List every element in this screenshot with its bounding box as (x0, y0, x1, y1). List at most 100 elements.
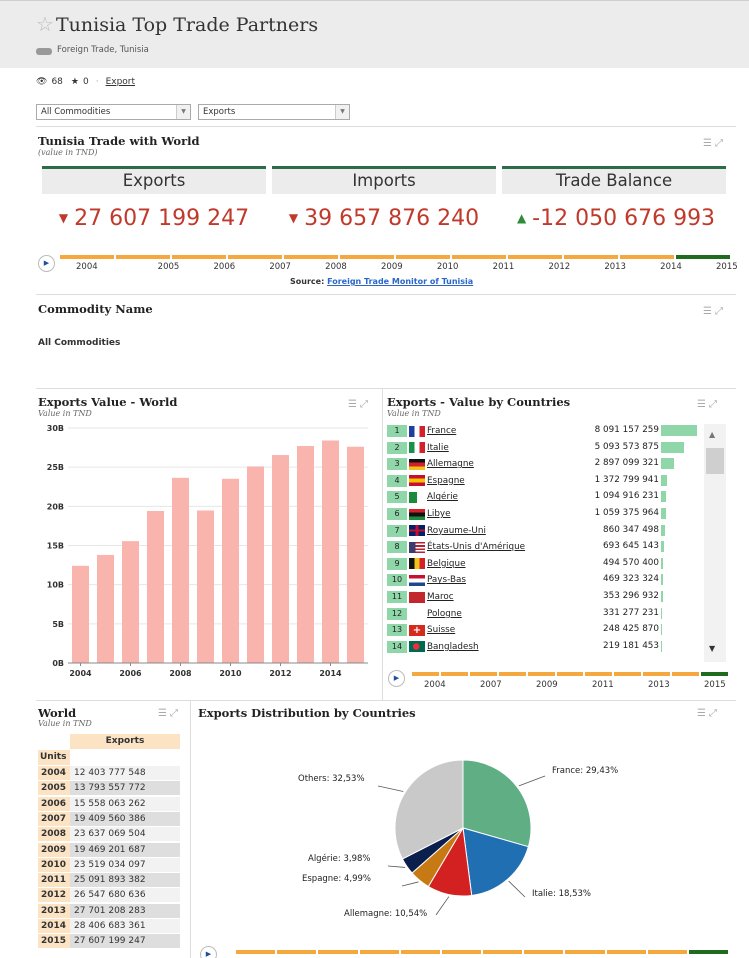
bar-2004[interactable] (72, 565, 89, 663)
expand-icon[interactable]: ⤢ (709, 399, 720, 410)
panel-tools[interactable]: ☰⤢ (697, 399, 720, 410)
menu-icon[interactable]: ☰ (158, 708, 170, 719)
flow-select[interactable]: Exports ▼ (198, 104, 350, 120)
timeline-segment[interactable] (172, 255, 226, 259)
timeline-segment[interactable] (396, 255, 450, 259)
country-row[interactable]: 12 Pologne 331 277 231 (387, 606, 705, 622)
country-row[interactable]: 1 France 8 091 157 259 (387, 423, 705, 439)
timeline-segment[interactable] (565, 950, 605, 954)
timeline-segment[interactable] (676, 255, 730, 259)
timeline-year-label[interactable]: 2015 (704, 680, 726, 690)
country-name[interactable]: Pologne (427, 609, 462, 619)
play-icon[interactable]: ▶ (38, 255, 55, 272)
timeline-segment[interactable] (359, 950, 399, 954)
bar-2009[interactable] (197, 510, 214, 663)
timeline-segment[interactable] (277, 950, 317, 954)
timeline-segment[interactable] (564, 255, 618, 259)
panel-tools[interactable]: ☰⤢ (158, 708, 181, 719)
menu-icon[interactable]: ☰ (703, 138, 715, 149)
country-row[interactable]: 5 Algérie 1 094 916 231 (387, 489, 705, 505)
timeline-year-label[interactable]: 2007 (480, 680, 502, 690)
timeline-segment[interactable] (412, 672, 439, 676)
bar-2014[interactable] (322, 440, 339, 663)
timeline-year-label[interactable]: 2011 (592, 680, 614, 690)
menu-icon[interactable]: ☰ (348, 399, 360, 410)
timeline-segment[interactable] (441, 950, 482, 954)
country-name[interactable]: Italie (427, 443, 449, 453)
country-name[interactable]: Belgique (427, 559, 466, 569)
country-name[interactable]: Bangladesh (427, 642, 479, 652)
country-row[interactable]: 10 Pays-Bas 469 323 324 (387, 572, 705, 588)
country-name[interactable]: États-Unis d'Amérique (427, 542, 525, 552)
bar-2005[interactable] (97, 554, 114, 663)
play-icon[interactable]: ▶ (200, 946, 217, 958)
timeline-segment[interactable] (284, 255, 338, 259)
timeline-segment[interactable] (498, 672, 526, 676)
timeline-segment[interactable] (524, 950, 564, 954)
menu-icon[interactable]: ☰ (703, 306, 715, 317)
bar-2012[interactable] (272, 455, 289, 663)
country-name[interactable]: Espagne (427, 476, 465, 486)
panel-tools[interactable]: ☰⤢ (348, 399, 371, 410)
scroll-up-icon[interactable]: ▲ (709, 430, 715, 439)
panel-tools[interactable]: ☰⤢ (703, 138, 726, 149)
country-row[interactable]: 4 Espagne 1 372 799 941 (387, 473, 705, 489)
timeline-year-label[interactable]: 2015 (716, 262, 738, 272)
country-name[interactable]: Libye (427, 509, 451, 519)
country-row[interactable]: 11 Maroc 353 296 932 (387, 589, 705, 605)
country-row[interactable]: 14 Bangladesh 219 181 453 (387, 639, 705, 655)
timeline-segment[interactable] (318, 950, 358, 954)
timeline-year-label[interactable]: 2014 (660, 262, 682, 272)
bar-2008[interactable] (172, 477, 189, 663)
country-name[interactable]: Allemagne (427, 459, 474, 469)
timeline-segment[interactable] (228, 255, 282, 259)
timeline-year-label[interactable]: 2012 (549, 262, 571, 272)
timeline-segment[interactable] (643, 672, 671, 676)
menu-icon[interactable]: ☰ (697, 399, 709, 410)
country-name[interactable]: Algérie (427, 492, 458, 502)
timeline-segment[interactable] (483, 950, 523, 954)
bar-2006[interactable] (122, 541, 139, 663)
country-row[interactable]: 9 Belgique 494 570 400 (387, 556, 705, 572)
timeline-segment[interactable] (620, 255, 674, 259)
timeline-segment[interactable] (701, 672, 728, 676)
favorite-star-icon[interactable]: ☆ (36, 14, 54, 34)
country-row[interactable]: 3 Allemagne 2 897 099 321 (387, 456, 705, 472)
expand-icon[interactable]: ⤢ (715, 138, 726, 149)
timeline-segment[interactable] (672, 672, 700, 676)
menu-icon[interactable]: ☰ (697, 708, 709, 719)
timeline-segment[interactable] (60, 255, 114, 259)
timeline-year-label[interactable]: 2004 (76, 262, 98, 272)
scroll-down-icon[interactable]: ▼ (709, 644, 715, 653)
export-link[interactable]: Export (106, 77, 135, 87)
timeline-year-label[interactable]: 2009 (536, 680, 558, 690)
panel-tools[interactable]: ☰⤢ (697, 708, 720, 719)
source-link[interactable]: Foreign Trade Monitor of Tunisia (327, 277, 473, 286)
bar-2010[interactable] (222, 478, 239, 663)
expand-icon[interactable]: ⤢ (715, 306, 726, 317)
country-name[interactable]: Pays-Bas (427, 575, 466, 585)
timeline-segment[interactable] (452, 255, 506, 259)
timeline-year-label[interactable]: 2005 (158, 262, 180, 272)
country-name[interactable]: Maroc (427, 592, 454, 602)
timeline-segment[interactable] (400, 950, 440, 954)
country-row[interactable]: 13 + Suisse 248 425 870 (387, 622, 705, 638)
commodity-select[interactable]: All Commodities ▼ (36, 104, 191, 120)
country-row[interactable]: 6 Libye 1 059 375 964 (387, 506, 705, 522)
timeline-year-label[interactable]: 2004 (424, 680, 446, 690)
timeline-segment[interactable] (236, 950, 276, 954)
bar-2007[interactable] (147, 510, 164, 663)
timeline-year-label[interactable]: 2007 (269, 262, 291, 272)
timeline-year-label[interactable]: 2011 (493, 262, 515, 272)
timeline-segment[interactable] (116, 255, 170, 259)
year-timeline[interactable] (60, 255, 730, 259)
expand-icon[interactable]: ⤢ (170, 708, 181, 719)
expand-icon[interactable]: ⤢ (709, 708, 720, 719)
timeline-year-label[interactable]: 2013 (648, 680, 670, 690)
bar-2011[interactable] (247, 466, 264, 663)
timeline-year-label[interactable]: 2006 (214, 262, 236, 272)
country-name[interactable]: Royaume-Uni (427, 526, 486, 536)
timeline-year-label[interactable]: 2013 (604, 262, 626, 272)
timeline-segment[interactable] (688, 950, 729, 954)
bar-2015[interactable] (347, 446, 364, 663)
